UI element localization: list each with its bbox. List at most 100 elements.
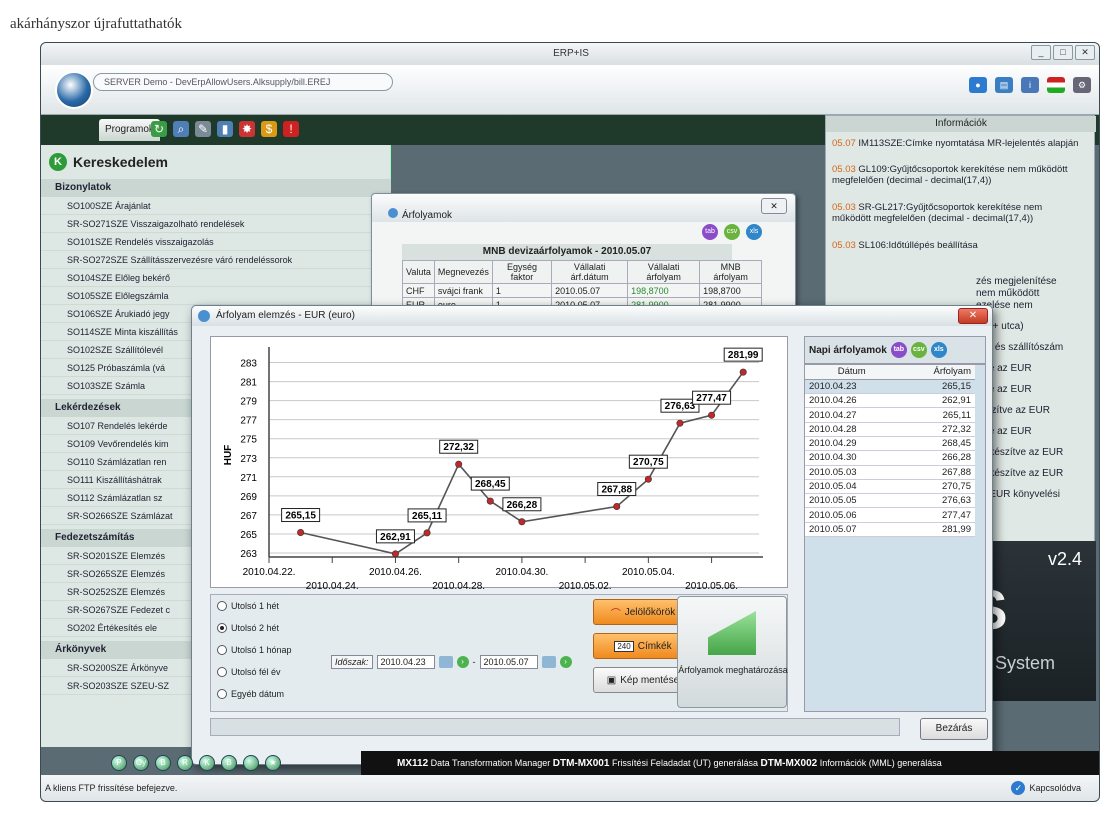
fire-icon[interactable]: ✸ xyxy=(239,121,255,137)
xls-export-icon[interactable]: xls xyxy=(930,342,947,358)
daily-rate-row[interactable]: 2010.04.23 265,15 xyxy=(805,379,975,395)
analysis-title: Árfolyam elemzés - EUR (euro) xyxy=(216,310,355,321)
close-analysis-button[interactable]: Bezárás xyxy=(920,718,988,740)
period-from-input[interactable]: 2010.04.23 xyxy=(376,655,435,669)
minimize-button[interactable]: _ xyxy=(1031,45,1051,60)
company-rate: 198,8700 xyxy=(627,283,701,298)
address-bar[interactable]: SERVER Demo - DevErpAllowUsers.Alksupply… xyxy=(93,73,393,91)
y-tick-label: 281 xyxy=(240,378,257,389)
window-titlebar: ERP+IS _ □ ✕ xyxy=(41,43,1099,65)
daily-rate-row[interactable]: 2010.04.28 272,32 xyxy=(805,422,975,437)
daily-rate: 268,45 xyxy=(898,436,975,452)
module-shortcut-icon[interactable]: B xyxy=(221,755,237,771)
daily-rate-row[interactable]: 2010.05.06 277,47 xyxy=(805,507,975,523)
daily-rate-row[interactable]: 2010.05.03 267,88 xyxy=(805,465,975,480)
x-tick-label: 2010.05.04. xyxy=(622,567,675,578)
news-text[interactable]: Frissítési Feladadat (UT) generálása xyxy=(612,758,758,768)
table-row[interactable]: CHF svájci frank 1 2010.05.07 198,8700 1… xyxy=(402,283,762,298)
check-icon: ✓ xyxy=(1011,781,1026,795)
document-icon[interactable]: ▤ xyxy=(995,77,1013,93)
info-item-partial: zíve az EUR xyxy=(976,363,1032,374)
book-icon[interactable]: ▮ xyxy=(217,121,233,137)
radio-other-date[interactable]: Egyéb dátum xyxy=(217,689,284,699)
calendar-icon[interactable] xyxy=(541,656,556,668)
x-tick-label: 2010.05.06. xyxy=(685,581,738,589)
period-to-input[interactable]: 2010.05.07 xyxy=(479,655,538,669)
info-item-partial: az EUR könyvelési xyxy=(976,489,1060,500)
daily-rate-row[interactable]: 2010.05.07 281,99 xyxy=(805,522,975,538)
daily-date: 2010.05.05 xyxy=(805,493,899,509)
globe-icon[interactable]: ● xyxy=(969,77,987,93)
rates-title-text: Árfolyamok xyxy=(402,210,453,221)
y-tick-label: 277 xyxy=(240,416,257,427)
news-ticker: MX112 Data Transformation Manager DTM-MX… xyxy=(361,751,1099,775)
module-shortcut-icon[interactable]: ★ xyxy=(265,755,281,771)
module-shortcut-icon[interactable]: R xyxy=(177,755,193,771)
radio-last-month[interactable]: Utolsó 1 hónap xyxy=(217,645,292,655)
analysis-close-button[interactable]: ✕ xyxy=(958,308,988,324)
sidebar-item[interactable]: SO105SZE Előlegszámla xyxy=(41,287,391,305)
y-tick-label: 279 xyxy=(240,397,257,408)
sidebar-item[interactable]: SO100SZE Árajánlat xyxy=(41,197,391,215)
news-text[interactable]: Data Transformation Manager xyxy=(431,758,551,768)
version-label: v2.4 xyxy=(1047,549,1082,569)
x-tick-label: 2010.04.24. xyxy=(306,581,359,589)
go-icon[interactable]: › xyxy=(559,656,572,668)
labels-label: Címkék xyxy=(637,640,672,652)
radio-icon xyxy=(217,689,227,699)
info-date: 05.07 xyxy=(832,138,856,149)
radio-last-half-year[interactable]: Utolsó fél év xyxy=(217,667,281,677)
module-shortcut-icon[interactable]: K xyxy=(199,755,215,771)
csv-export-icon[interactable]: csv xyxy=(724,224,740,240)
module-shortcut-icon[interactable]: Oy xyxy=(133,755,149,771)
data-label: 267,88 xyxy=(601,485,632,496)
xls-export-icon[interactable]: xls xyxy=(746,224,762,240)
y-tick-label: 269 xyxy=(240,492,257,503)
info-item[interactable]: 05.03 SR-GL217:Gyűjtőcsoportok kerekítés… xyxy=(832,202,1082,224)
data-label: 262,91 xyxy=(380,532,411,543)
period-label: Időszak: xyxy=(331,655,373,669)
radio-last-2-weeks[interactable]: Utolsó 2 hét xyxy=(217,623,279,633)
data-label: 265,15 xyxy=(285,511,316,522)
daily-rate-row[interactable]: 2010.04.27 265,11 xyxy=(805,407,975,423)
determine-rates-button[interactable]: Árfolyamok meghatározása xyxy=(677,596,788,708)
daily-rate-row[interactable]: 2010.04.30 266,28 xyxy=(805,450,975,466)
daily-rate-row[interactable]: 2010.04.26 262,91 xyxy=(805,393,975,409)
radio-last-week[interactable]: Utolsó 1 hét xyxy=(217,601,279,611)
rates-close-button[interactable]: ✕ xyxy=(761,198,787,214)
daily-rates-header: Napi árfolyamok tab csv xls xyxy=(804,336,986,364)
sidebar-item[interactable]: SR-SO272SZE Szállításszervezésre váró re… xyxy=(41,251,391,269)
calendar-icon[interactable] xyxy=(438,656,453,668)
settings-icon[interactable]: ⚙ xyxy=(1073,77,1091,93)
close-button[interactable]: ✕ xyxy=(1075,45,1095,60)
info-icon[interactable]: i xyxy=(1021,77,1039,93)
sidebar-item[interactable]: SR-SO271SZE Visszaigazolható rendelések xyxy=(41,215,391,233)
edit-icon[interactable]: ✎ xyxy=(195,121,211,137)
tab-export-icon[interactable]: tab xyxy=(890,342,907,358)
info-item[interactable]: 05.03 SL106:Időtúllépés beállítása xyxy=(832,240,1082,251)
flag-icon[interactable] xyxy=(1047,77,1065,93)
dollar-icon[interactable]: $ xyxy=(261,121,277,137)
daily-rate: 277,47 xyxy=(898,507,975,523)
info-item[interactable]: 05.07 IM113SZE:Címke nyomtatása MR-lejel… xyxy=(832,138,1082,149)
go-icon[interactable]: › xyxy=(456,656,469,668)
news-text[interactable]: Információk (MML) generálása xyxy=(820,758,942,768)
maximize-button[interactable]: □ xyxy=(1053,45,1073,60)
csv-export-icon[interactable]: csv xyxy=(910,342,927,358)
radio-label: Utolsó 2 hét xyxy=(231,623,280,633)
sidebar-item[interactable]: SO101SZE Rendelés visszaigazolás xyxy=(41,233,391,251)
sos-icon[interactable]: ! xyxy=(283,121,299,137)
daily-rate-row[interactable]: 2010.05.05 276,63 xyxy=(805,493,975,509)
daily-rate-row[interactable]: 2010.04.29 268,45 xyxy=(805,436,975,452)
sidebar-group-header[interactable]: Bizonylatok xyxy=(41,179,391,197)
data-point xyxy=(676,419,684,427)
module-shortcut-icon[interactable]: P xyxy=(111,755,127,771)
tab-export-icon[interactable]: tab xyxy=(702,224,718,240)
daily-rate-row[interactable]: 2010.05.04 270,75 xyxy=(805,479,975,495)
info-item[interactable]: 05.03 GL109:Gyűjtőcsoportok kerekítése n… xyxy=(832,164,1082,186)
refresh-icon[interactable]: ↻ xyxy=(151,121,167,137)
search-icon[interactable]: ⌕ xyxy=(173,121,189,137)
module-shortcut-icon[interactable] xyxy=(243,755,259,771)
sidebar-item[interactable]: SO104SZE Előleg bekérő xyxy=(41,269,391,287)
module-shortcut-icon[interactable]: B xyxy=(155,755,171,771)
